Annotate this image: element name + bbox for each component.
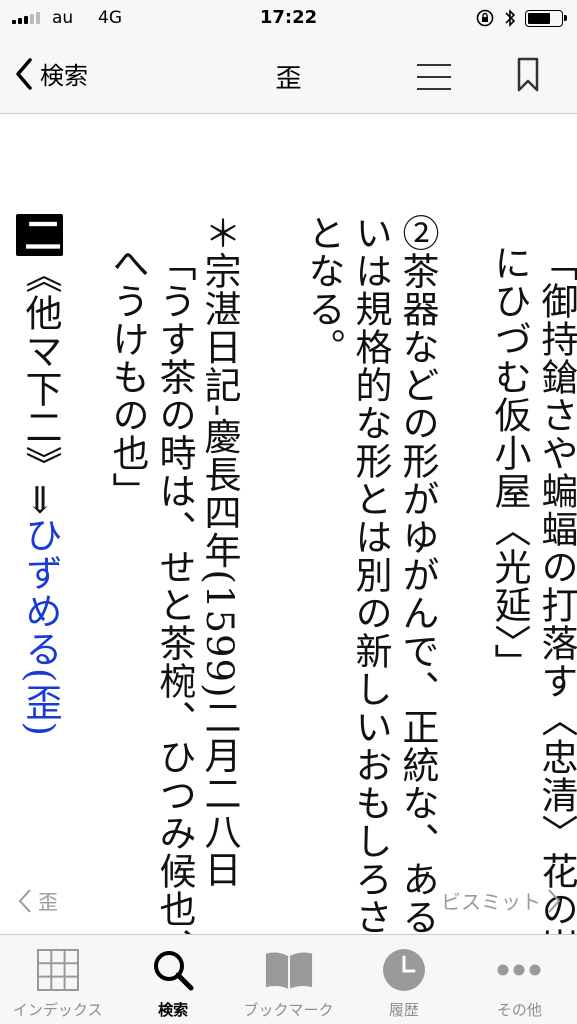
section-badge: 二 (16, 214, 63, 256)
tab-bar: インデックス 検索 ブックマーク 履歴 その他 (0, 934, 577, 1024)
tab-label: インデックス (12, 1001, 103, 1019)
battery-icon (525, 9, 567, 27)
citation: ＊宗湛日記‐慶長四年(1599)二月二八日 (198, 214, 241, 889)
page-title: 歪 (275, 64, 302, 94)
prev-entry-label: 歪 (38, 890, 58, 914)
chevron-left-icon (18, 888, 31, 913)
bluetooth-icon (505, 9, 516, 27)
tab-label: その他 (496, 1001, 542, 1019)
search-icon (154, 951, 194, 991)
tab-more[interactable]: その他 (462, 935, 577, 1024)
tab-label: ブックマーク (243, 1001, 334, 1019)
navigation-bar: 検索 歪 (0, 38, 577, 114)
bookmark-button[interactable] (516, 57, 540, 97)
more-icon (497, 964, 541, 976)
book-icon (265, 952, 312, 990)
cross-reference-link[interactable]: ひずめる(歪) (19, 516, 62, 737)
status-bar: au 4G 17:22 (0, 0, 577, 38)
tab-history[interactable]: 履歴 (346, 935, 461, 1024)
menu-button[interactable] (417, 64, 451, 90)
entry-pager: 歪 ビスミット (0, 882, 577, 922)
quote-text: 「御持鎗さや蝙蝠の打落す〈忠清〉花の嵐にひづむ仮小屋〈光延〉」 (488, 244, 577, 966)
bookmark-icon (517, 57, 539, 92)
inflection-note: 二《他マ下二》⇒ひずめる(歪) (16, 214, 63, 737)
clock-icon (382, 949, 425, 991)
next-entry-label: ビスミット (441, 890, 541, 914)
tab-bookmark[interactable]: ブックマーク (231, 935, 346, 1024)
tab-index[interactable]: インデックス (0, 935, 115, 1024)
definition-2: ②茶器などの形がゆがんで、正統な、あるいは規格的な形とは別の新しいおもしろさとな… (302, 214, 439, 936)
tab-label: 履歴 (388, 1001, 419, 1019)
tab-search[interactable]: 検索 (115, 935, 230, 1024)
rotation-lock-icon (476, 9, 494, 27)
tab-label: 検索 (158, 1001, 189, 1019)
prev-entry-link[interactable]: 歪 (18, 886, 58, 915)
chevron-right-icon (548, 888, 561, 913)
next-entry-link[interactable]: ビスミット (441, 886, 561, 915)
grid-icon (36, 949, 79, 991)
citation-quote: 「うす茶の時は、せと茶椀、ひつみ候也、へうけもの也」 (106, 244, 196, 966)
article-body: 「御持鎗さや蝙蝠の打落す〈忠清〉花の嵐にひづむ仮小屋〈光延〉」 ②茶器などの形が… (0, 114, 577, 966)
status-right (475, 8, 567, 28)
